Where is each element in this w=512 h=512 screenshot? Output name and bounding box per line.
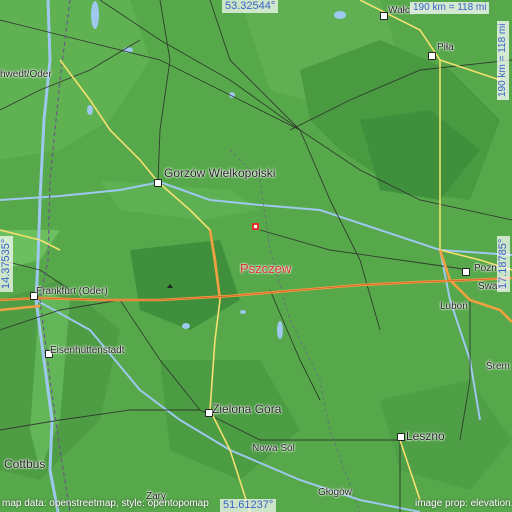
place-label-target[interactable]: Pszczew	[240, 262, 291, 275]
place-label-schwedt[interactable]: hwedt/Oder	[0, 70, 52, 80]
coord-right: 17.18785°	[497, 235, 510, 292]
place-label-glogow[interactable]: Głogów	[318, 488, 352, 498]
place-label-frankfurt[interactable]: Frankfurt (Oder)	[36, 287, 108, 297]
city-dot-poznan	[462, 268, 470, 276]
map-viewport[interactable]: Wałcz hwedt/Oder Piła Gorzów Wielkopolsk…	[0, 0, 512, 512]
city-dot-leszno	[397, 433, 405, 441]
place-label-lubon[interactable]: Luboń	[440, 302, 468, 312]
credit-image: image prop: elevation.city	[415, 498, 512, 509]
city-dot-pila	[428, 52, 436, 60]
coord-top: 53.32544°	[222, 0, 279, 13]
place-label-pila[interactable]: Piła	[437, 43, 454, 53]
credit-map-data: map data: openstreetmap, style: opentopo…	[2, 498, 209, 509]
city-dot-gorzow	[154, 179, 162, 187]
place-label-srem[interactable]: Śrem	[486, 362, 510, 372]
coord-bottom: 51.61237°	[220, 499, 277, 512]
place-label-zielona[interactable]: Zielona Góra	[212, 403, 281, 415]
place-label-leszno[interactable]: Leszno	[406, 430, 445, 442]
target-marker-icon[interactable]	[252, 223, 259, 230]
place-label-poznan[interactable]: Pozn	[474, 264, 497, 274]
place-label-nowasol[interactable]: Nowa Sól	[252, 444, 295, 454]
scale-vertical: 190 km = 118 mi	[497, 20, 509, 100]
place-label-gorzow[interactable]: Gorzów Wielkopolski	[164, 167, 275, 179]
place-label-cottbus[interactable]: Cottbus	[4, 458, 45, 470]
coord-left: 14.37535°	[0, 235, 13, 292]
city-dot-walcz	[380, 12, 388, 20]
scale-horizontal: 190 km = 118 mi	[410, 2, 490, 14]
place-label-eisenhuttenstadt[interactable]: Eisenhüttenstadt	[50, 346, 125, 356]
